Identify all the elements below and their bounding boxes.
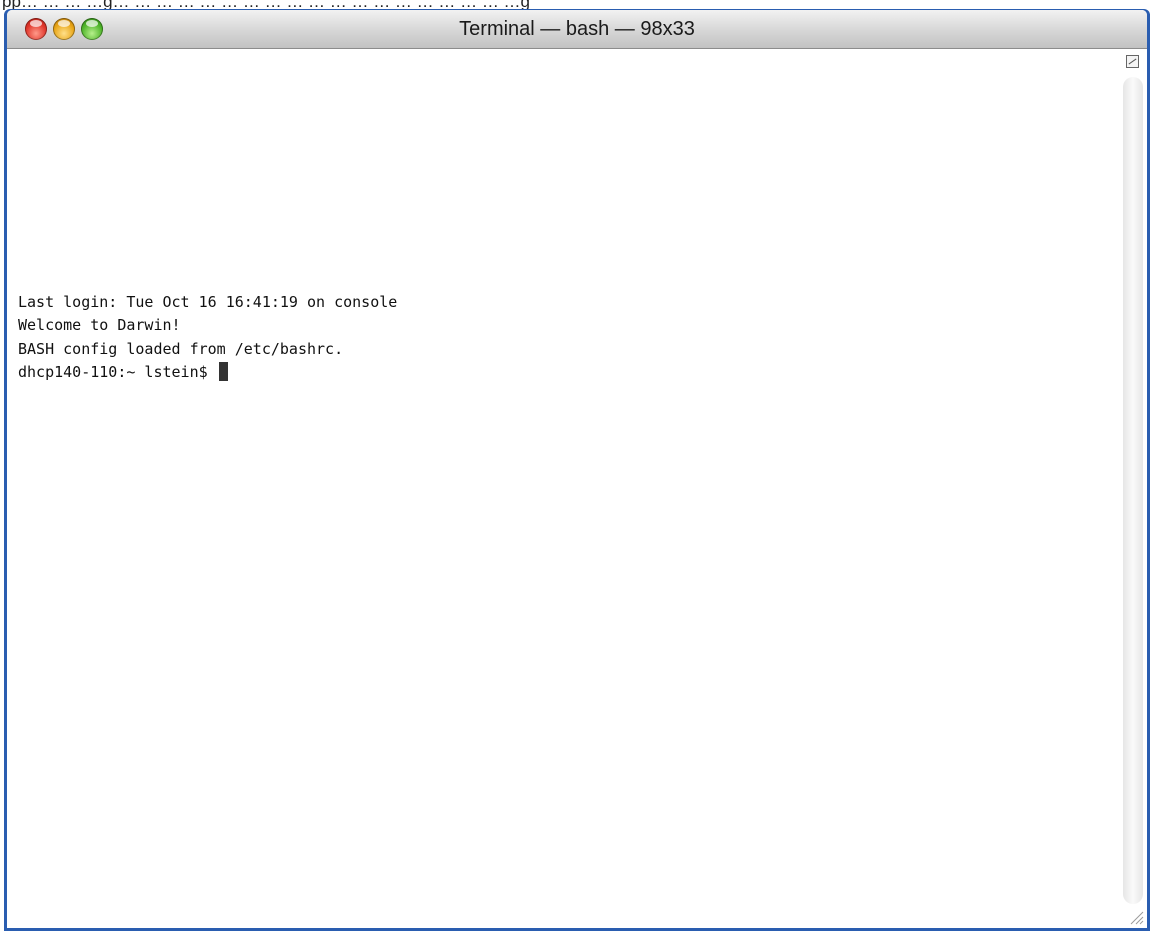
output-line: BASH config loaded from /etc/bashrc. bbox=[18, 339, 344, 358]
output-line: Last login: Tue Oct 16 16:41:19 on conso… bbox=[18, 293, 398, 311]
window-frame: Terminal — bash — 98x33 Last login: Tue … bbox=[7, 10, 1147, 928]
terminal-window: Terminal — bash — 98x33 Last login: Tue … bbox=[4, 9, 1150, 931]
scrollbar-region bbox=[1119, 49, 1147, 928]
title-bar[interactable]: Terminal — bash — 98x33 bbox=[7, 10, 1147, 49]
screenshot: pp… … … …g… … … … … … … … … … … … … … … … bbox=[0, 0, 1153, 935]
shell-prompt: dhcp140-110:~ lstein$ bbox=[18, 362, 217, 381]
vertical-scrollbar[interactable] bbox=[1123, 77, 1143, 904]
window-title: Terminal — bash — 98x33 bbox=[459, 18, 695, 40]
text-cursor bbox=[218, 361, 228, 381]
terminal-content[interactable]: Last login: Tue Oct 16 16:41:19 on conso… bbox=[7, 49, 1119, 928]
split-pane-icon[interactable] bbox=[1126, 55, 1139, 68]
output-line: Welcome to Darwin! bbox=[18, 316, 181, 335]
resize-grip-icon[interactable] bbox=[1128, 909, 1144, 925]
terminal-output[interactable]: Last login: Tue Oct 16 16:41:19 on conso… bbox=[18, 291, 397, 384]
